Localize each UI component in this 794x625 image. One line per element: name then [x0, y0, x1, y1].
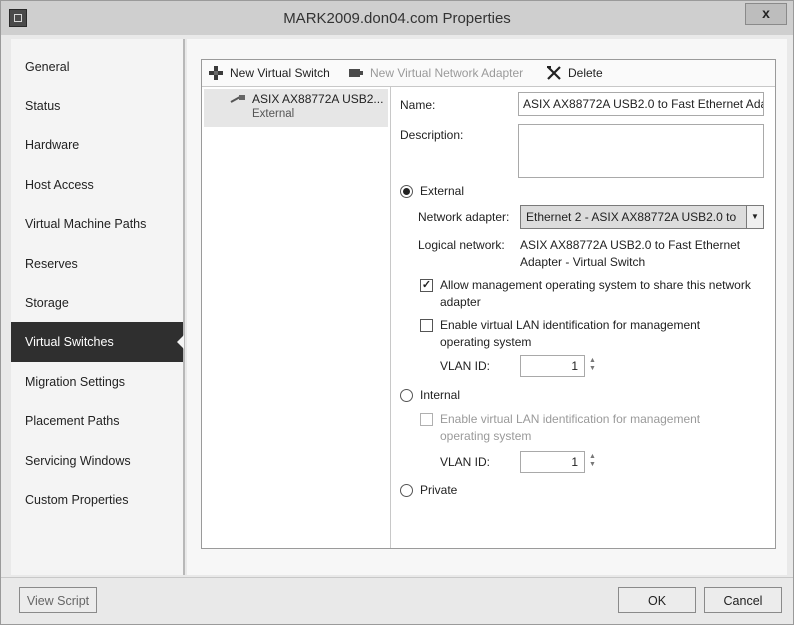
- virtual-switches-panel: New Virtual Switch New Virtual Network A…: [201, 59, 776, 549]
- sidebar-item-custom-properties[interactable]: Custom Properties: [11, 480, 183, 520]
- delete-label: Delete: [568, 66, 603, 80]
- sidebar-item-virtual-switches[interactable]: Virtual Switches: [11, 322, 184, 362]
- sidebar-item-virtual-machine-paths[interactable]: Virtual Machine Paths: [11, 204, 183, 244]
- internal-radio[interactable]: [400, 389, 413, 402]
- toolbar: New Virtual Switch New Virtual Network A…: [202, 60, 775, 87]
- network-adapter-icon: [349, 69, 363, 77]
- network-adapter-select[interactable]: Ethernet 2 - ASIX AX88772A USB2.0 to ▼: [520, 205, 764, 229]
- internal-enable-vlan-label-line1: Enable virtual LAN identification for ma…: [440, 412, 701, 426]
- network-cable-icon: [230, 95, 245, 103]
- new-virtual-network-adapter-button[interactable]: New Virtual Network Adapter: [348, 65, 538, 81]
- external-radio[interactable]: [400, 185, 413, 198]
- internal-vlan-id-field[interactable]: 1: [520, 451, 585, 473]
- sidebar-item-hardware[interactable]: Hardware: [11, 125, 183, 165]
- description-field[interactable]: [518, 124, 764, 178]
- sidebar-item-migration-settings[interactable]: Migration Settings: [11, 362, 183, 402]
- enable-vlan-checkbox[interactable]: [420, 319, 433, 332]
- view-script-button[interactable]: View Script: [19, 587, 97, 613]
- new-virtual-network-adapter-label: New Virtual Network Adapter: [370, 66, 524, 80]
- logical-network-value-line1: ASIX AX88772A USB2.0 to Fast Ethernet: [520, 238, 741, 252]
- allow-management-label-line2: adapter: [440, 295, 481, 309]
- sidebar-item-placement-paths[interactable]: Placement Paths: [11, 401, 183, 441]
- switch-type: External: [252, 108, 295, 120]
- internal-enable-vlan-label-line2: operating system: [440, 429, 532, 443]
- network-adapter-label: Network adapter:: [418, 210, 510, 224]
- sidebar-item-reserves[interactable]: Reserves: [11, 244, 183, 284]
- title-bar: MARK2009.don04.com Properties x: [1, 1, 793, 35]
- close-button[interactable]: x: [745, 3, 787, 25]
- vlan-id-spinner-icon[interactable]: ▲ ▼: [589, 357, 599, 373]
- properties-dialog: MARK2009.don04.com Properties x General …: [0, 0, 794, 625]
- delete-x-icon: [547, 66, 561, 80]
- chevron-down-icon[interactable]: ▼: [746, 206, 763, 228]
- virtual-switch-list: ASIX AX88772A USB2... External: [202, 87, 391, 548]
- internal-vlan-id-spinner-icon[interactable]: ▲ ▼: [589, 453, 599, 469]
- private-label: Private: [420, 483, 458, 497]
- sidebar-item-host-access[interactable]: Host Access: [11, 165, 183, 205]
- internal-enable-vlan-checkbox[interactable]: [420, 413, 433, 426]
- vlan-id-label: VLAN ID:: [440, 359, 491, 373]
- ok-button[interactable]: OK: [618, 587, 696, 613]
- active-pointer-icon: [177, 335, 184, 349]
- new-virtual-switch-label: New Virtual Switch: [230, 66, 330, 80]
- content-area: New Virtual Switch New Virtual Network A…: [187, 39, 787, 575]
- name-label: Name:: [400, 98, 436, 112]
- vlan-id-field[interactable]: 1: [520, 355, 585, 377]
- network-adapter-value: Ethernet 2 - ASIX AX88772A USB2.0 to: [526, 210, 737, 224]
- new-virtual-switch-button[interactable]: New Virtual Switch: [208, 65, 348, 81]
- sidebar-item-servicing-windows[interactable]: Servicing Windows: [11, 441, 183, 481]
- allow-management-label-line1: Allow management operating system to sha…: [440, 278, 751, 292]
- sidebar-item-label: Virtual Switches: [25, 335, 114, 349]
- internal-label: Internal: [420, 388, 461, 402]
- sidebar-item-status[interactable]: Status: [11, 86, 183, 126]
- cancel-button[interactable]: Cancel: [704, 587, 782, 613]
- plus-network-icon: [209, 66, 223, 80]
- dialog-footer: View Script OK Cancel: [1, 577, 793, 624]
- enable-vlan-label-line2: operating system: [440, 335, 532, 349]
- enable-vlan-label-line1: Enable virtual LAN identification for ma…: [440, 318, 701, 332]
- list-item[interactable]: ASIX AX88772A USB2... External: [204, 89, 388, 127]
- sidebar-item-general[interactable]: General: [11, 47, 183, 87]
- logical-network-label: Logical network:: [418, 238, 505, 252]
- allow-management-checkbox[interactable]: ✓: [420, 279, 433, 292]
- sidebar: General Status Hardware Host Access Virt…: [11, 39, 185, 575]
- description-label: Description:: [400, 128, 464, 142]
- logical-network-value-line2: Adapter - Virtual Switch: [520, 255, 646, 269]
- delete-button[interactable]: Delete: [546, 65, 616, 81]
- switch-name: ASIX AX88772A USB2...: [252, 92, 384, 106]
- external-label: External: [420, 184, 465, 198]
- internal-vlan-id-label: VLAN ID:: [440, 455, 491, 469]
- name-field[interactable]: ASIX AX88772A USB2.0 to Fast Ethernet Ad…: [518, 92, 764, 116]
- private-radio[interactable]: [400, 484, 413, 497]
- sidebar-item-storage[interactable]: Storage: [11, 283, 183, 323]
- window-title: MARK2009.don04.com Properties: [283, 10, 511, 27]
